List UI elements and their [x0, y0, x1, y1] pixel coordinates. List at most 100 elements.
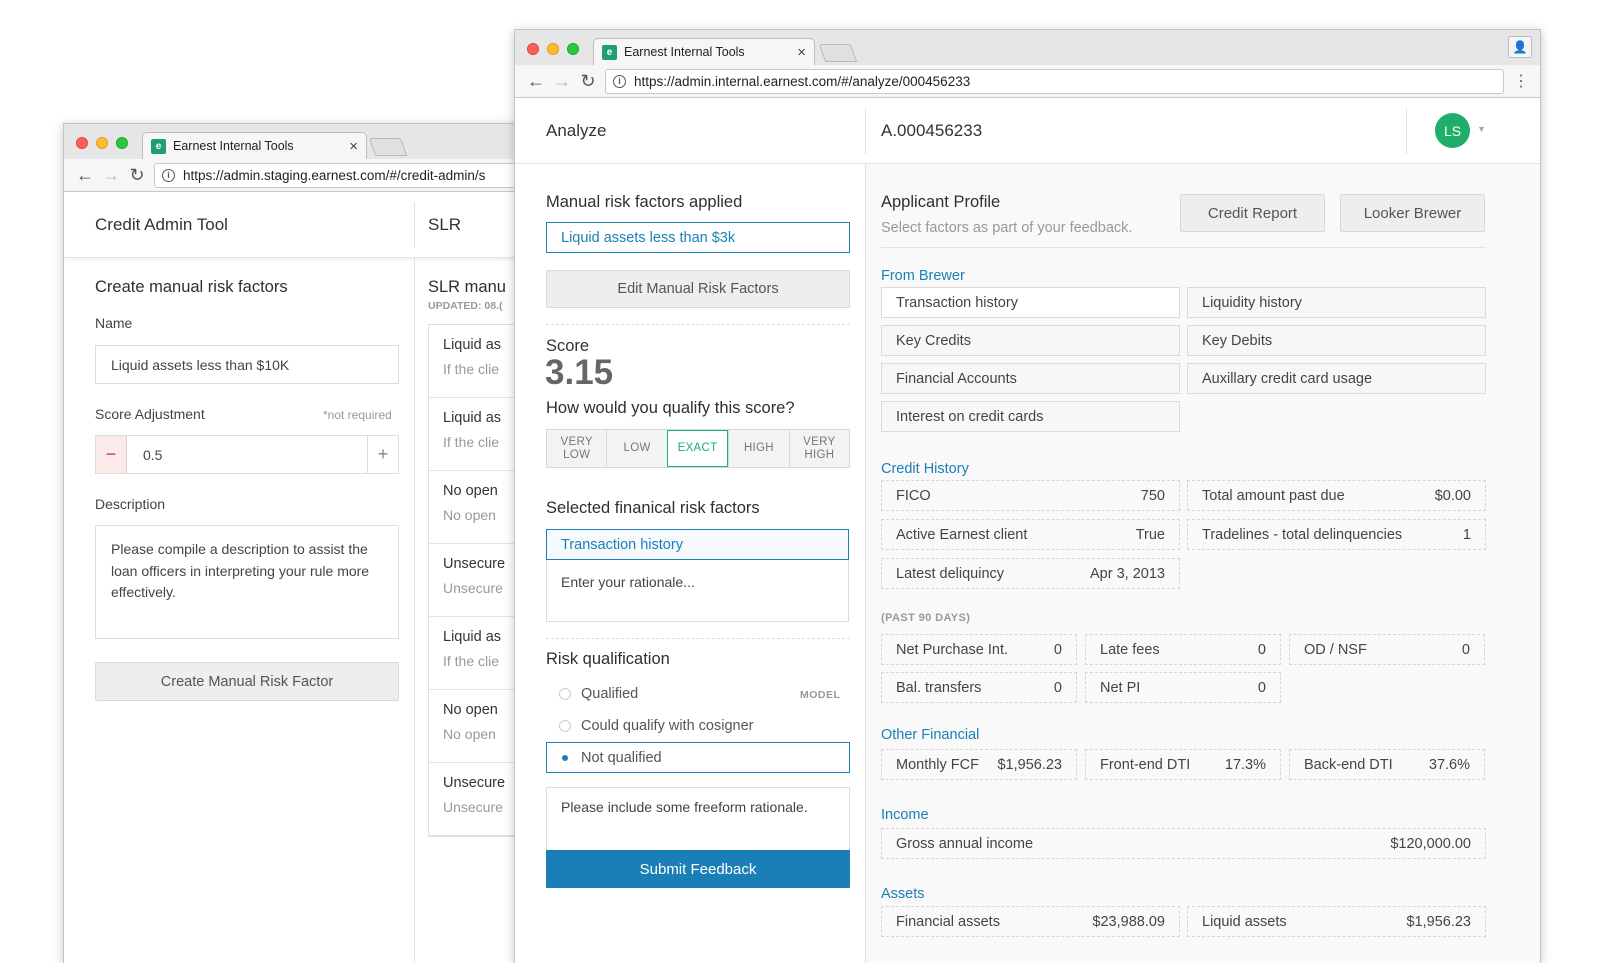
risk-option[interactable]: Could qualify with cosigner: [546, 710, 850, 741]
score-stepper[interactable]: − 0.5 +: [95, 435, 399, 474]
minus-button[interactable]: −: [96, 436, 127, 473]
looker-brewer-button[interactable]: Looker Brewer: [1340, 194, 1485, 232]
other-financial-item-label: Back-end DTI: [1304, 756, 1393, 773]
brewer-factor-key-debits[interactable]: Key Debits: [1187, 325, 1486, 356]
reload-icon[interactable]: ↻: [124, 165, 150, 186]
rationale-input[interactable]: Enter your rationale...: [546, 560, 849, 622]
maximize-window-button[interactable]: [116, 137, 128, 149]
back-arrow-icon[interactable]: ←: [523, 71, 549, 92]
brewer-factor-financial-accounts[interactable]: Financial Accounts: [881, 363, 1180, 394]
brewer-factor-liquidity-history[interactable]: Liquidity history: [1187, 287, 1486, 318]
credit-history-item[interactable]: Active Earnest client True: [881, 519, 1180, 550]
radio-icon[interactable]: [559, 719, 571, 732]
other-financial-item[interactable]: Front-end DTI 17.3%: [1085, 749, 1281, 780]
edit-manual-risk-factors-button[interactable]: Edit Manual Risk Factors: [546, 270, 850, 308]
risk-option-label: Qualified: [581, 685, 639, 702]
assets-label: Assets: [881, 886, 925, 902]
address-bar[interactable]: i https://admin.staging.earnest.com/#/cr…: [154, 162, 524, 188]
other-financial-item-label: Monthly FCF: [896, 756, 979, 773]
close-window-button[interactable]: [76, 137, 88, 149]
qualify-option-exact[interactable]: EXACT: [666, 430, 729, 467]
plus-button[interactable]: +: [367, 436, 398, 473]
past-90-item[interactable]: Net Purchase Int. 0: [881, 634, 1077, 665]
browser-menu-icon[interactable]: ⋮: [1510, 71, 1532, 91]
qualify-option-line1: VERY: [803, 435, 836, 448]
other-financial-item[interactable]: Monthly FCF $1,956.23: [881, 749, 1077, 780]
form-title: Create manual risk factors: [95, 278, 288, 296]
new-tab-button[interactable]: [818, 44, 858, 62]
past-90-item[interactable]: Late fees 0: [1085, 634, 1281, 665]
close-tab-icon[interactable]: ×: [797, 44, 806, 61]
qualify-option-very-high[interactable]: VERY HIGH: [788, 430, 849, 467]
income-item-value: $120,000.00: [1390, 835, 1471, 852]
past-90-item[interactable]: Bal. transfers 0: [881, 672, 1077, 703]
info-icon: i: [613, 74, 626, 88]
credit-history-item[interactable]: Latest deliquincy Apr 3, 2013: [881, 558, 1180, 589]
other-financial-label: Other Financial: [881, 727, 980, 743]
applicant-profile-panel: Applicant Profile Select factors as part…: [866, 164, 1540, 963]
address-bar[interactable]: i https://admin.internal.earnest.com/#/a…: [605, 68, 1504, 94]
close-tab-icon[interactable]: ×: [349, 138, 358, 155]
forward-arrow-icon[interactable]: →: [549, 71, 575, 92]
radio-selected-icon[interactable]: [559, 751, 571, 764]
browser-tab[interactable]: e Earnest Internal Tools ×: [593, 38, 815, 65]
browser-tab[interactable]: e Earnest Internal Tools ×: [142, 132, 367, 159]
reload-icon[interactable]: ↻: [575, 71, 601, 92]
description-label: Description: [95, 496, 166, 512]
avatar[interactable]: LS: [1435, 113, 1470, 148]
description-textarea[interactable]: Please compile a description to assist t…: [95, 525, 399, 639]
brewer-factor-auxillary-credit-card-usage[interactable]: Auxillary credit card usage: [1187, 363, 1486, 394]
create-manual-risk-factor-button[interactable]: Create Manual Risk Factor: [95, 662, 399, 701]
url-text: https://admin.staging.earnest.com/#/cred…: [183, 167, 486, 183]
qualify-option-high[interactable]: HIGH: [728, 430, 788, 467]
qualify-option-line2: LOW: [563, 448, 591, 461]
risk-option[interactable]: Qualified: [546, 678, 850, 709]
close-window-button[interactable]: [527, 43, 539, 55]
other-financial-item-label: Front-end DTI: [1100, 756, 1191, 773]
qualify-option-line1: VERY: [560, 435, 593, 448]
earnest-favicon-icon: e: [602, 44, 617, 60]
past-90-item[interactable]: OD / NSF 0: [1289, 634, 1485, 665]
past-90-item[interactable]: Net PI 0: [1085, 672, 1281, 703]
radio-icon[interactable]: [559, 687, 571, 700]
brewer-factor-interest-on-credit-cards[interactable]: Interest on credit cards: [881, 401, 1180, 432]
past-90-item-label: Net PI: [1100, 679, 1141, 696]
analyze-title: Analyze: [546, 120, 607, 140]
chevron-down-icon[interactable]: ▼: [1477, 124, 1486, 134]
selected-factor-chip[interactable]: Transaction history: [546, 529, 849, 560]
score-adjustment-value[interactable]: 0.5: [127, 436, 367, 473]
credit-history-item[interactable]: Tradelines - total delinquencies 1: [1187, 519, 1486, 550]
forward-arrow-icon[interactable]: →: [98, 165, 124, 186]
credit-history-item-label: Active Earnest client: [896, 526, 1028, 543]
submit-feedback-button[interactable]: Submit Feedback: [546, 850, 850, 888]
profile-icon[interactable]: 👤: [1508, 36, 1532, 58]
asset-item[interactable]: Financial assets $23,988.09: [881, 906, 1180, 937]
income-item-label: Gross annual income: [896, 835, 1034, 852]
window-controls: [527, 43, 579, 55]
credit-report-button[interactable]: Credit Report: [1180, 194, 1325, 232]
other-financial-item[interactable]: Back-end DTI 37.6%: [1289, 749, 1485, 780]
qualify-option-line1: EXACT: [677, 442, 718, 454]
new-tab-button[interactable]: [368, 138, 408, 156]
credit-history-item[interactable]: Total amount past due $0.00: [1187, 480, 1486, 511]
asset-item[interactable]: Liquid assets $1,956.23: [1187, 906, 1486, 937]
brewer-factor-transaction-history[interactable]: Transaction history: [881, 287, 1180, 318]
income-item[interactable]: Gross annual income $120,000.00: [881, 828, 1486, 859]
qualify-option-very-low[interactable]: VERY LOW: [547, 430, 606, 467]
minimize-window-button[interactable]: [547, 43, 559, 55]
brewer-factor-key-credits[interactable]: Key Credits: [881, 325, 1180, 356]
credit-history-label: Credit History: [881, 461, 969, 477]
income-label: Income: [881, 807, 929, 823]
qualify-option-low[interactable]: LOW: [606, 430, 666, 467]
risk-option[interactable]: Not qualified: [546, 742, 850, 773]
back-arrow-icon[interactable]: ←: [72, 165, 98, 186]
maximize-window-button[interactable]: [567, 43, 579, 55]
credit-history-item-value: 1: [1462, 526, 1471, 543]
minimize-window-button[interactable]: [96, 137, 108, 149]
name-input[interactable]: Liquid assets less than $10K: [95, 345, 399, 384]
freeform-rationale-input[interactable]: Please include some freeform rationale.: [546, 787, 850, 851]
credit-history-item[interactable]: FICO 750: [881, 480, 1180, 511]
credit-history-item-value: 750: [1140, 487, 1165, 504]
url-text: https://admin.internal.earnest.com/#/ana…: [634, 73, 971, 89]
manual-risk-factor-chip[interactable]: Liquid assets less than $3k: [546, 222, 850, 253]
